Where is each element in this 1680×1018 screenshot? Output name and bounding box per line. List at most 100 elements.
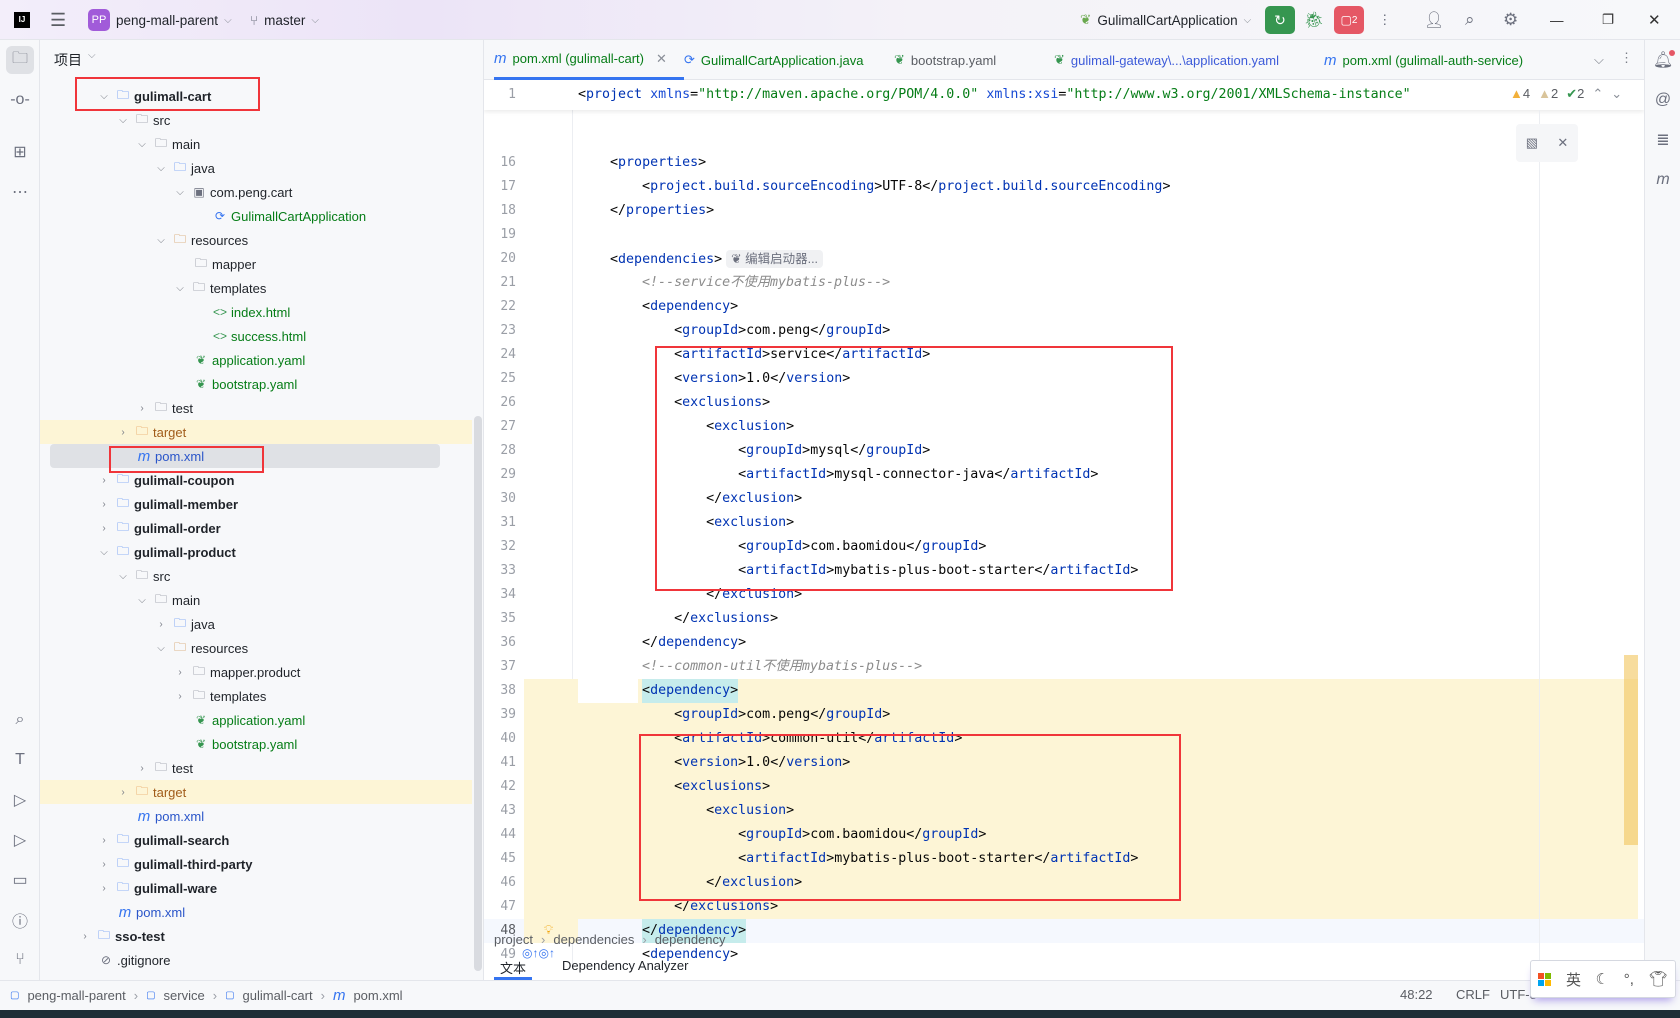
restore-button[interactable]: ❐: [1602, 0, 1614, 40]
tree-item[interactable]: m pom.xml: [50, 444, 440, 468]
tree-item[interactable]: ⌵ 🗀 main: [40, 588, 472, 612]
chevron-down-icon[interactable]: ⌵: [174, 187, 186, 198]
chevron-right-icon[interactable]: ›: [98, 475, 110, 486]
tabs-more-icon[interactable]: ⋮: [1620, 50, 1633, 66]
rerun-button[interactable]: ↻: [1265, 6, 1295, 34]
settings-icon[interactable]: ⚙: [1503, 0, 1518, 40]
tree-item[interactable]: ⌵ 🗀 resources: [40, 636, 472, 660]
punctuation-icon[interactable]: °,: [1624, 971, 1634, 988]
inspection-widget[interactable]: ▲4 ▲2 ✔2 ⌃ ⌄: [1510, 86, 1622, 102]
tree-item[interactable]: › 🗀 target: [40, 420, 472, 444]
ime-language[interactable]: 英: [1566, 969, 1581, 990]
code-line[interactable]: </exclusion>: [578, 487, 802, 511]
typo-count[interactable]: ✔2: [1566, 86, 1584, 102]
tree-item[interactable]: ⌵ 🗀 src: [40, 564, 472, 588]
more-actions-icon[interactable]: ⋮: [1378, 0, 1392, 40]
stop-button[interactable]: ▢ 2: [1334, 6, 1364, 34]
tree-item[interactable]: <> index.html: [40, 300, 472, 324]
structure-icon[interactable]: ⊞: [8, 140, 32, 164]
notifications-icon[interactable]: 🔔︎: [1651, 48, 1675, 72]
path-item[interactable]: peng-mall-parent: [27, 988, 125, 1003]
code-line[interactable]: <exclusion>: [578, 799, 794, 823]
editor-tab[interactable]: ❦ gulimall-gateway\...\application.yaml: [1054, 40, 1324, 80]
tree-item[interactable]: ⌵ 🗀 templates: [40, 276, 472, 300]
editor-bottom-tab[interactable]: 文本: [494, 952, 533, 980]
tabs-dropdown-icon[interactable]: ⌵: [1594, 52, 1604, 68]
tree-scrollbar[interactable]: [474, 416, 482, 971]
tree-item[interactable]: <> success.html: [40, 324, 472, 348]
editor-scrollbar-mark[interactable]: [1624, 655, 1638, 845]
chevron-down-icon[interactable]: ⌵: [136, 595, 148, 606]
project-panel-header[interactable]: 项目 ⌵: [54, 50, 96, 70]
tree-item[interactable]: m pom.xml: [40, 804, 472, 828]
tree-item[interactable]: › 🗀 java: [40, 612, 472, 636]
tree-item[interactable]: ❦ application.yaml: [40, 348, 472, 372]
code-line[interactable]: </exclusion>: [578, 583, 802, 607]
code-line[interactable]: <!--service不使用mybatis-plus-->: [578, 271, 890, 295]
code-line[interactable]: <groupId>com.baomidou</groupId>: [578, 535, 986, 559]
code-line[interactable]: <!--common-util不使用mybatis-plus-->: [578, 655, 922, 679]
tree-item[interactable]: › 🗀 mapper.product: [40, 660, 472, 684]
app-logo-icon[interactable]: IJ: [14, 0, 30, 40]
editor-tab[interactable]: ⟳ GulimallCartApplication.java: [684, 40, 894, 80]
ai-assistant-icon[interactable]: @: [1651, 88, 1675, 112]
caret-position[interactable]: 48:22: [1400, 987, 1433, 1002]
chevron-right-icon[interactable]: ›: [174, 691, 186, 702]
editor-bottom-tab[interactable]: Dependency Analyzer: [556, 952, 694, 980]
code-line[interactable]: <dependency>: [578, 295, 738, 319]
chevron-right-icon[interactable]: ›: [136, 403, 148, 414]
tree-item[interactable]: › 🗀 gulimall-member: [40, 492, 472, 516]
skin-icon[interactable]: 👕︎: [1649, 970, 1668, 988]
tree-item[interactable]: › 🗀 gulimall-coupon: [40, 468, 472, 492]
tree-item[interactable]: ⌵ 🗀 gulimall-cart: [40, 84, 472, 108]
database-icon[interactable]: ≣: [1651, 128, 1675, 152]
path-item[interactable]: service: [164, 988, 205, 1003]
moon-icon[interactable]: ☾: [1596, 970, 1609, 988]
line-separator[interactable]: CRLF: [1456, 987, 1490, 1002]
tree-item[interactable]: › 🗀 templates: [40, 684, 472, 708]
code-line[interactable]: <artifactId>mysql-connector-java</artifa…: [578, 463, 1098, 487]
tree-item[interactable]: 🗀 mapper: [40, 252, 472, 276]
editor-tab[interactable]: m pom.xml (gulimall-auth-service): [1324, 40, 1554, 80]
chevron-down-icon[interactable]: ⌵: [155, 163, 167, 174]
code-line[interactable]: </exclusions>: [578, 607, 778, 631]
tree-item[interactable]: ⟳ GulimallCartApplication: [40, 204, 472, 228]
tree-item[interactable]: ⌵ 🗀 src: [40, 108, 472, 132]
code-line[interactable]: </dependency>: [578, 631, 746, 655]
chevron-down-icon[interactable]: ⌵: [98, 547, 110, 558]
tree-item[interactable]: ⌵ 🗀 main: [40, 132, 472, 156]
code-line[interactable]: <exclusion>: [578, 511, 794, 535]
breadcrumb-item[interactable]: dependencies: [553, 932, 634, 947]
tree-item[interactable]: ⊘ .gitignore: [40, 948, 472, 972]
code-line[interactable]: </properties>: [578, 199, 714, 223]
tree-item[interactable]: › 🗀 test: [40, 756, 472, 780]
chevron-right-icon[interactable]: ›: [98, 859, 110, 870]
code-line[interactable]: <exclusion>: [578, 415, 794, 439]
close-window-button[interactable]: ✕: [1648, 0, 1661, 40]
edit-starters-hint[interactable]: ❦ 编辑启动器...: [726, 250, 824, 268]
tree-item[interactable]: ❦ bootstrap.yaml: [40, 372, 472, 396]
sticky-header[interactable]: 1 <project xmlns="http://maven.apache.org…: [484, 80, 1644, 110]
problems-icon[interactable]: ⓘ: [8, 908, 32, 932]
code-line[interactable]: <version>1.0</version>: [578, 751, 850, 775]
terminal-icon[interactable]: ▭: [8, 868, 32, 892]
tree-item[interactable]: ⌵ 🗀 gulimall-product: [40, 540, 472, 564]
chevron-right-icon[interactable]: ›: [117, 787, 129, 798]
tree-item[interactable]: ⌵ 🗀 java: [40, 156, 472, 180]
editor-tab[interactable]: ❦ bootstrap.yaml: [894, 40, 1054, 80]
path-item[interactable]: pom.xml: [353, 988, 402, 1003]
chevron-right-icon[interactable]: ›: [155, 619, 167, 630]
chevron-right-icon[interactable]: ›: [98, 835, 110, 846]
next-highlight-icon[interactable]: ⌄: [1611, 86, 1622, 102]
add-user-icon[interactable]: 👤︎: [1424, 0, 1444, 40]
code-line[interactable]: </exclusion>: [578, 871, 802, 895]
code-line[interactable]: <artifactId>service</artifactId>: [578, 343, 930, 367]
run-config-selector[interactable]: ❦ GulimallCartApplication ⌵: [1080, 0, 1251, 40]
previous-highlight-icon[interactable]: ⌃: [1592, 86, 1603, 102]
maven-icon[interactable]: m: [1651, 168, 1675, 192]
breadcrumb-item[interactable]: project: [494, 932, 533, 947]
weak-warning-count[interactable]: ▲2: [1538, 86, 1558, 102]
project-folder-icon[interactable]: 🗀: [6, 46, 34, 74]
chevron-down-icon[interactable]: ⌵: [136, 139, 148, 150]
more-tools-icon[interactable]: ⋯: [8, 180, 32, 204]
